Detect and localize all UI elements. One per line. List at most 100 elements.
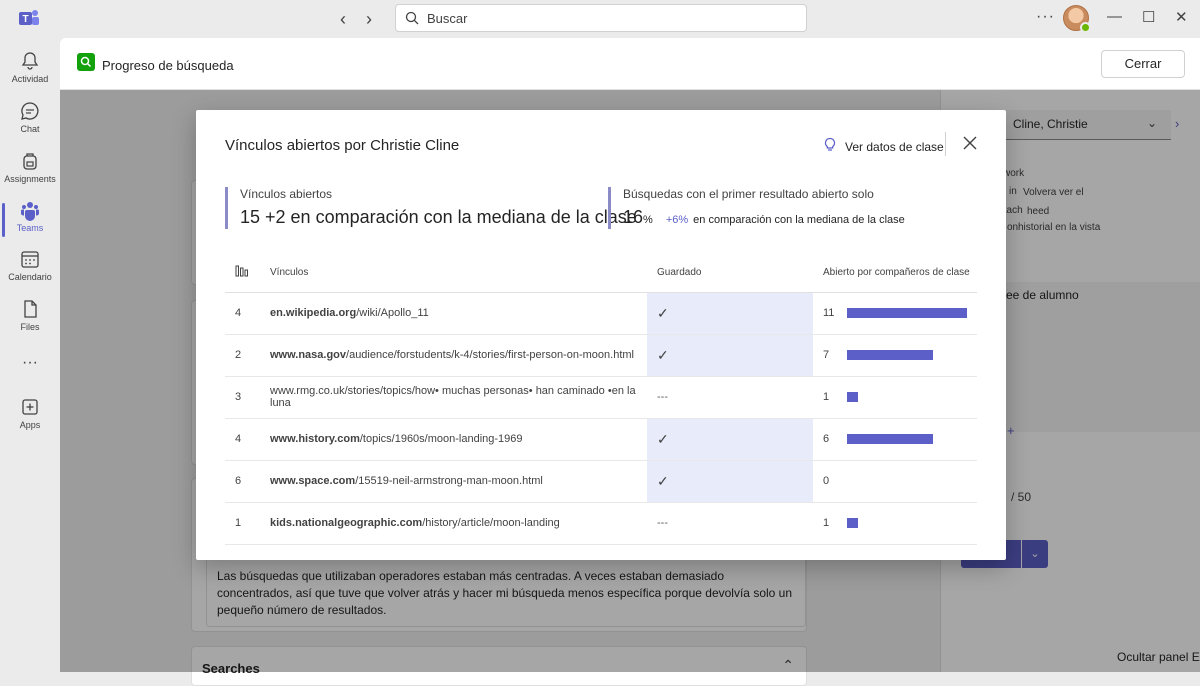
rail-label: Assignments xyxy=(4,174,56,184)
rail-label: Teams xyxy=(16,223,44,233)
saved-cell: ✓ xyxy=(647,418,813,461)
table-header: Vínculos Guardado Abierto por compañeros… xyxy=(225,254,977,293)
saved-cell: --- xyxy=(647,376,813,419)
search-input[interactable]: Buscar xyxy=(395,4,807,32)
peer-open-bar xyxy=(847,392,858,403)
opened-by-peers-cell: 7 xyxy=(813,334,977,377)
peer-open-bar xyxy=(847,518,858,529)
rail-item-assignments[interactable]: Assignments xyxy=(0,150,60,196)
file-icon xyxy=(24,300,37,318)
rail-label: Actividad xyxy=(11,74,49,84)
link-domain: www.space.com xyxy=(270,475,356,487)
link-path: /history/article/moon-landing xyxy=(422,517,560,529)
peer-open-bar xyxy=(847,350,933,361)
link-domain: www.history.com xyxy=(270,433,360,445)
peer-open-count: 7 xyxy=(823,349,830,362)
not-saved-dash: --- xyxy=(657,391,668,403)
link-domain: en.wikipedia.org xyxy=(270,307,357,319)
column-opened-header[interactable]: Abierto por compañeros de clase xyxy=(813,254,977,293)
stat-unit: % xyxy=(643,214,653,226)
bell-icon xyxy=(21,52,39,70)
link-path: /15519-neil-armstrong-man-moon.html xyxy=(355,475,543,487)
stat-compare: en comparación con la mediana de la clas… xyxy=(693,214,905,226)
open-count: 3 xyxy=(225,376,270,419)
link-path: /audience/forstudents/k-4/stories/first-… xyxy=(346,349,634,361)
link-path: /topics/1960s/moon-landing-1969 xyxy=(359,433,523,445)
stat-first-result: Búsquedas con el primer resultado abiert… xyxy=(608,187,905,229)
column-links-header[interactable]: Vínculos xyxy=(270,254,647,293)
rail-item-actividad[interactable]: Actividad xyxy=(0,50,60,96)
rail-item-teams[interactable]: Teams xyxy=(0,199,60,245)
calendar-icon xyxy=(21,251,39,268)
peer-open-bar-track xyxy=(847,350,933,361)
table-row[interactable]: 2 www.nasa.gov/audience/forstudents/k-4/s… xyxy=(225,334,977,377)
not-saved-dash: --- xyxy=(657,517,668,529)
link-cell[interactable]: kids.nationalgeographic.com/history/arti… xyxy=(270,502,647,545)
minimize-icon[interactable]: — xyxy=(1107,8,1122,25)
link-path: /wiki/Apollo_11 xyxy=(356,307,429,319)
link-domain: kids.nationalgeographic.com xyxy=(270,517,423,529)
avatar[interactable] xyxy=(1063,5,1091,33)
stat-delta: +6% xyxy=(665,214,689,226)
opened-by-peers-cell: 11 xyxy=(813,292,977,335)
rail-label: Apps xyxy=(19,420,41,430)
rail-item-chat[interactable]: Chat xyxy=(0,100,60,146)
stat-value: 15 +2 en comparación con la mediana de l… xyxy=(240,207,637,227)
peer-open-count: 1 xyxy=(823,517,830,530)
chat-icon xyxy=(21,102,39,120)
close-window-icon[interactable]: ✕ xyxy=(1175,8,1188,26)
stat-label: Vínculos abiertos xyxy=(240,187,333,201)
rail-item-apps[interactable]: Apps xyxy=(0,396,60,442)
rail-more-icon[interactable]: ··· xyxy=(0,354,60,374)
app-title: Progreso de búsqueda xyxy=(102,58,234,73)
column-count-header[interactable] xyxy=(225,254,270,293)
link-cell[interactable]: www.rmg.co.uk/stories/topics/how• muchas… xyxy=(270,376,647,419)
saved-cell: --- xyxy=(647,502,813,545)
opened-by-peers-cell: 1 xyxy=(813,376,977,419)
peer-open-bar-track xyxy=(847,434,933,445)
maximize-icon[interactable]: ☐ xyxy=(1142,8,1155,26)
title-bar: T ‹ › Buscar ··· — ☐ ✕ xyxy=(0,0,1200,38)
link-cell[interactable]: www.nasa.gov/audience/forstudents/k-4/st… xyxy=(270,334,647,377)
teams-logo-icon[interactable]: T xyxy=(18,7,40,29)
link-cell[interactable]: www.space.com/15519-neil-armstrong-man-m… xyxy=(270,460,647,503)
rail-label: Chat xyxy=(20,124,40,134)
sort-bars-icon xyxy=(235,265,248,277)
table-row[interactable]: 4 www.history.com/topics/1960s/moon-landi… xyxy=(225,418,977,461)
checkmark-icon: ✓ xyxy=(657,346,669,363)
rail-item-files[interactable]: Files xyxy=(0,298,60,344)
peer-open-bar xyxy=(847,434,933,445)
links-opened-dialog: Vínculos abiertos por Christie Cline Ver… xyxy=(196,110,1006,560)
rail-item-calendario[interactable]: Calendario xyxy=(0,248,60,294)
link-cell[interactable]: www.history.com/topics/1960s/moon-landin… xyxy=(270,418,647,461)
checkmark-icon: ✓ xyxy=(657,472,669,489)
saved-cell: ✓ xyxy=(647,334,813,377)
opened-by-peers-cell: 0 xyxy=(813,460,977,503)
open-count: 4 xyxy=(225,418,270,461)
search-icon xyxy=(405,11,419,25)
forward-arrow-icon[interactable]: › xyxy=(366,9,372,30)
table-row[interactable]: 4 en.wikipedia.org/wiki/Apollo_11 ✓ 11 xyxy=(225,292,977,335)
close-icon[interactable] xyxy=(962,135,978,151)
table-row[interactable]: 6 www.space.com/15519-neil-armstrong-man-… xyxy=(225,460,977,503)
rail-label: Files xyxy=(20,322,40,332)
opened-by-peers-cell: 1 xyxy=(813,502,977,545)
opened-by-peers-cell: 6 xyxy=(813,418,977,461)
open-count: 6 xyxy=(225,460,270,503)
close-button[interactable]: Cerrar xyxy=(1101,50,1185,78)
back-arrow-icon[interactable]: ‹ xyxy=(340,9,346,30)
table-row[interactable]: 1 kids.nationalgeographic.com/history/art… xyxy=(225,502,977,545)
divider xyxy=(945,132,946,156)
left-rail: Actividad Chat Assignments Teams Calenda… xyxy=(0,38,60,672)
table-row[interactable]: 3 www.rmg.co.uk/stories/topics/how• mucha… xyxy=(225,376,977,419)
apps-add-icon xyxy=(22,399,38,415)
open-count: 2 xyxy=(225,334,270,377)
search-placeholder: Buscar xyxy=(427,11,468,26)
checkmark-icon: ✓ xyxy=(657,430,669,447)
column-saved-header[interactable]: Guardado xyxy=(647,254,813,293)
link-cell[interactable]: en.wikipedia.org/wiki/Apollo_11 xyxy=(270,292,647,335)
more-options-icon[interactable]: ··· xyxy=(1036,8,1055,26)
link-path: www.rmg.co.uk/stories/topics/how• muchas… xyxy=(270,385,636,409)
stat-number: 16 xyxy=(623,207,644,227)
peer-open-bar xyxy=(847,308,967,319)
